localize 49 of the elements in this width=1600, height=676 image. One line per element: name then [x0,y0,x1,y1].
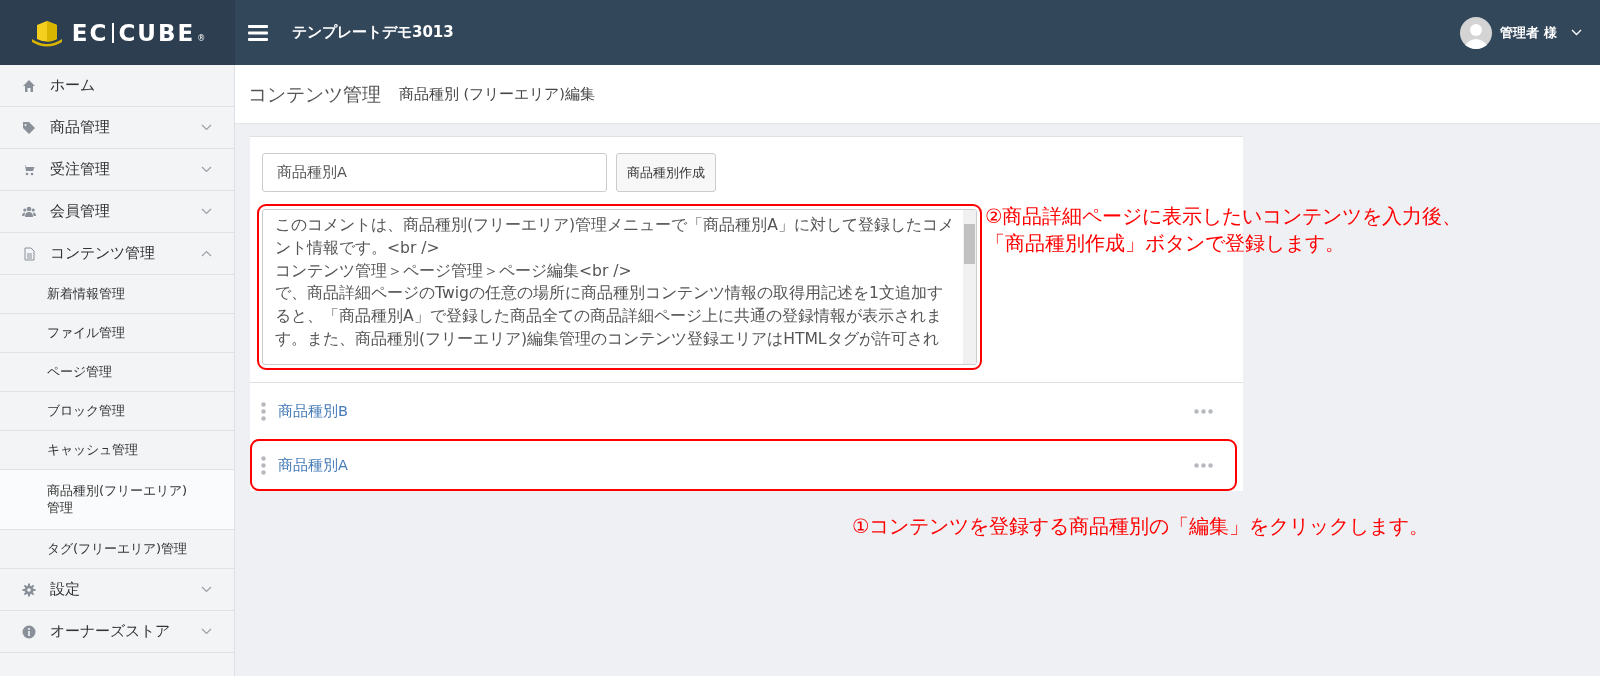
registered-mark: ® [197,34,206,43]
nav-item[interactable]: オーナーズストア [0,611,234,653]
menu-icon[interactable] [248,24,268,41]
chevron-up-icon [201,250,212,257]
nav-subitem[interactable]: 商品種別(フリーエリア)管理 [0,470,234,530]
nav-subitem[interactable]: ブロック管理 [0,392,234,431]
document-icon [22,246,36,261]
home-icon [22,78,36,93]
annotation-text: 「商品種別作成」ボタンで登録します。 [985,231,1346,257]
nav-subitem[interactable]: ファイル管理 [0,314,234,353]
cart-icon [22,162,36,177]
users-icon [22,204,36,219]
nav-item[interactable]: コンテンツ管理 [0,233,234,275]
gear-icon [22,582,36,597]
drag-handle-icon[interactable] [261,401,266,421]
more-options-icon[interactable] [1194,462,1213,468]
item-link[interactable]: 商品種別B [278,401,1182,421]
chevron-down-icon[interactable] [1571,29,1582,36]
user-name[interactable]: 管理者 様 [1500,23,1557,42]
nav-item[interactable]: ホーム [0,65,234,107]
info-icon [22,624,36,639]
page-title: コンテンツ管理 [248,82,381,107]
chevron-down-icon [201,628,212,635]
nav-item[interactable]: 設定 [0,569,234,611]
nav-item[interactable]: 受注管理 [0,149,234,191]
nav-item[interactable]: 商品管理 [0,107,234,149]
nav-subitem[interactable]: タグ(フリーエリア)管理 [0,530,234,569]
logo-text: CUBE [118,19,196,46]
nav-subitem[interactable]: ページ管理 [0,353,234,392]
name-input-field[interactable]: 商品種別A [262,153,607,192]
chevron-down-icon [201,124,212,131]
create-button[interactable]: 商品種別作成 [616,153,716,192]
scrollbar[interactable] [963,210,976,364]
content-text-area[interactable]: このコメントは、商品種別(フリーエリア)管理メニューで「商品種別A」に対して登録したコメント情報です。<br /> コンテンツ管理＞ページ管理＞ページ編集<br /> で、商品詳細ページのTwigの任意の場所に商品種別コンテンツ情報の取得用記述を1文追加すると、「商品種別A」で登録した商品全ての商品詳細ページ上に共通の登録情報が表示されます。また、商品種別(フリーエリア)編集管理のコンテンツ登録エリアはHTMLタグが許可され [262,209,977,365]
logo-icon [29,18,64,47]
drag-handle-icon[interactable] [261,455,266,475]
chevron-down-icon [201,166,212,173]
chevron-down-icon [201,586,212,593]
avatar-icon[interactable] [1460,16,1493,49]
annotation-text: ①コンテンツを登録する商品種別の「編集」をクリックします。 [852,514,1431,540]
logo-text: EC [71,19,109,46]
page-subtitle: 商品種別 (フリーエリア)編集 [399,84,595,104]
more-options-icon[interactable] [1194,408,1213,414]
nav-item[interactable]: 会員管理 [0,191,234,233]
annotation-text: ②商品詳細ページに表示したいコンテンツを入力後、 [985,204,1464,230]
nav-subitem[interactable]: 新着情報管理 [0,275,234,314]
shop-name: テンプレートデモ3013 [292,23,454,42]
tag-icon [22,120,36,135]
chevron-down-icon [201,208,212,215]
